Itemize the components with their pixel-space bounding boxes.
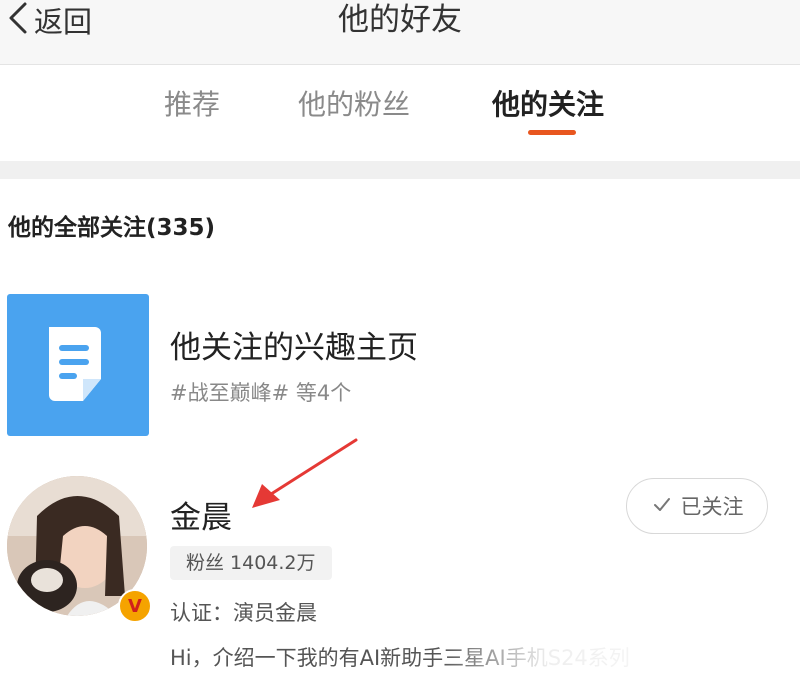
document-icon[interactable] [7, 294, 149, 436]
bio-blur-overlay [440, 636, 800, 676]
followed-label: 已关注 [680, 495, 744, 519]
verified-badge-icon: V [118, 589, 152, 623]
tab-his-following[interactable]: 他的关注 [492, 83, 604, 127]
fans-count-badge: 粉丝 1404.2万 [170, 546, 332, 580]
interest-page-title[interactable]: 他关注的兴趣主页 [170, 322, 418, 367]
following-count-heading: 他的全部关注(335) [8, 215, 216, 241]
verification-text: 认证：演员金晨 [170, 601, 317, 625]
page-title: 他的好友 [338, 2, 462, 38]
active-tab-indicator [528, 130, 576, 135]
top-bar: 返回 他的好友 [0, 0, 800, 65]
tab-his-fans[interactable]: 他的粉丝 [298, 83, 410, 127]
tab-recommend[interactable]: 推荐 [164, 83, 220, 127]
annotation-arrow-icon [252, 438, 358, 508]
followed-button[interactable]: 已关注 [626, 478, 768, 534]
user-name[interactable]: 金晨 [170, 492, 232, 537]
check-icon [651, 493, 681, 520]
interest-page-subtitle: #战至巅峰# 等4个 [170, 381, 352, 405]
tab-bar: 推荐 他的粉丝 他的关注 [0, 65, 800, 161]
section-divider [0, 161, 800, 179]
